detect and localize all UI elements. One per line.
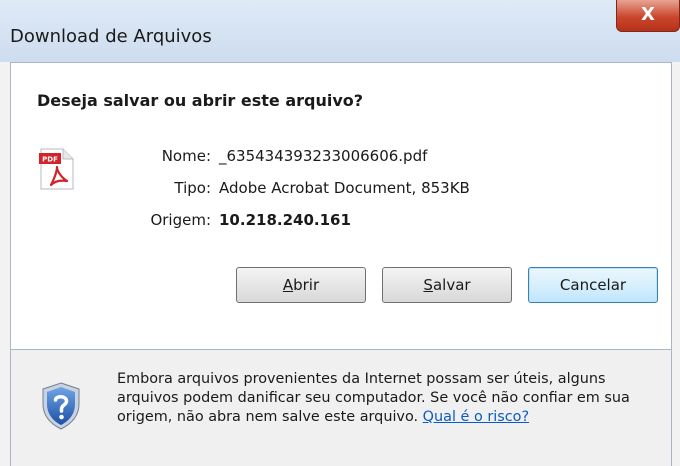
close-icon: X bbox=[641, 4, 655, 25]
download-dialog: Download de Arquivos X Deseja salvar ou … bbox=[0, 0, 680, 466]
title-bar: Download de Arquivos X bbox=[0, 0, 680, 62]
cancel-button[interactable]: Cancelar bbox=[528, 267, 658, 303]
origin-label: Origem: bbox=[150, 211, 211, 229]
dialog-question: Deseja salvar ou abrir este arquivo? bbox=[37, 91, 364, 110]
save-button[interactable]: Salvar bbox=[382, 267, 512, 303]
pdf-badge-text: PDF bbox=[42, 156, 58, 164]
name-label: Nome: bbox=[161, 147, 211, 165]
type-value: Adobe Acrobat Document, 853KB bbox=[219, 179, 470, 197]
save-button-label: alvar bbox=[432, 276, 471, 294]
window-title: Download de Arquivos bbox=[10, 26, 212, 47]
security-footer: Embora arquivos provenientes da Internet… bbox=[11, 350, 671, 466]
origin-value: 10.218.240.161 bbox=[219, 211, 351, 229]
close-button[interactable]: X bbox=[616, 0, 680, 32]
pdf-file-icon: PDF bbox=[39, 147, 75, 191]
warning-text: Embora arquivos provenientes da Internet… bbox=[117, 371, 630, 425]
open-button-label: brir bbox=[293, 276, 320, 294]
save-button-accel: S bbox=[423, 276, 433, 294]
security-warning: Embora arquivos provenientes da Internet… bbox=[117, 370, 665, 427]
dialog-body: Deseja salvar ou abrir este arquivo? PDF… bbox=[10, 62, 672, 466]
name-value: _635434393233006606.pdf bbox=[219, 147, 428, 165]
risk-link[interactable]: Qual é o risco? bbox=[423, 409, 529, 425]
type-label: Tipo: bbox=[174, 179, 211, 197]
open-button[interactable]: Abrir bbox=[236, 267, 366, 303]
shield-question-icon bbox=[41, 382, 81, 430]
open-button-accel: A bbox=[282, 276, 294, 294]
